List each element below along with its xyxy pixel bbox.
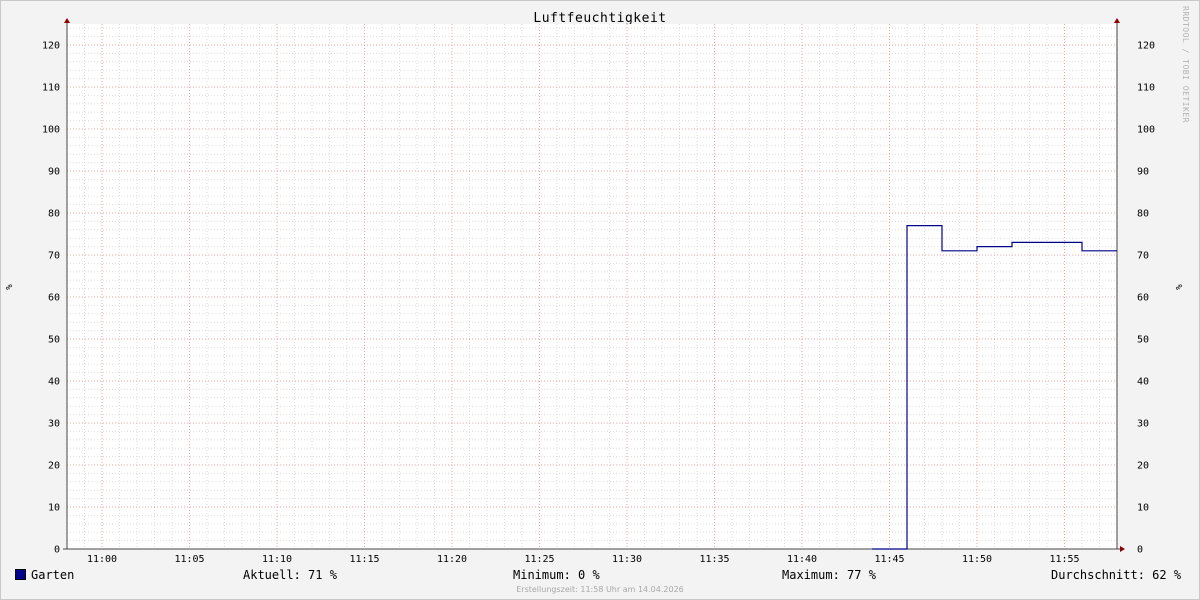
y-tick-label-left: 90 bbox=[48, 167, 60, 178]
y-tick-label-left: 30 bbox=[48, 419, 60, 430]
y-tick-label-right: 70 bbox=[1137, 251, 1149, 262]
y-axis-arrow-left bbox=[64, 18, 70, 23]
stat-durchschnitt: Durchschnitt: 62 % bbox=[1051, 568, 1182, 582]
creation-timestamp: Erstellungszeit: 11:58 Uhr am 14.04.2026 bbox=[516, 585, 684, 594]
y-tick-label-right: 60 bbox=[1137, 293, 1149, 304]
y-tick-label-left: 0 bbox=[54, 545, 60, 556]
y-tick-label-right: 30 bbox=[1137, 419, 1149, 430]
stat-maximum: Maximum: 77 % bbox=[782, 568, 876, 582]
y-axis-arrow-right bbox=[1114, 18, 1120, 23]
x-tick-label: 11:05 bbox=[174, 554, 204, 565]
y-tick-label-left: 70 bbox=[48, 251, 60, 262]
x-tick-label: 11:50 bbox=[962, 554, 992, 565]
y-tick-label-left: 60 bbox=[48, 293, 60, 304]
y-tick-label-left: 110 bbox=[42, 83, 60, 94]
x-tick-label: 11:40 bbox=[787, 554, 817, 565]
y-tick-label-right: 50 bbox=[1137, 335, 1149, 346]
legend-swatch bbox=[15, 569, 26, 580]
x-tick-label: 11:00 bbox=[87, 554, 117, 565]
y-tick-label-left: 40 bbox=[48, 377, 60, 388]
x-tick-label: 11:55 bbox=[1049, 554, 1079, 565]
y-tick-label-right: 20 bbox=[1137, 461, 1149, 472]
y-tick-label-left: 50 bbox=[48, 335, 60, 346]
y-tick-label-right: 110 bbox=[1137, 83, 1155, 94]
legend-series: Garten bbox=[15, 568, 74, 582]
y-tick-label-right: 10 bbox=[1137, 503, 1149, 514]
stat-minimum: Minimum: 0 % bbox=[513, 568, 600, 582]
x-tick-label: 11:35 bbox=[699, 554, 729, 565]
x-tick-label: 11:15 bbox=[349, 554, 379, 565]
stat-aktuell: Aktuell: 71 % bbox=[243, 568, 337, 582]
x-tick-label: 11:45 bbox=[874, 554, 904, 565]
y-tick-label-right: 40 bbox=[1137, 377, 1149, 388]
x-tick-label: 11:25 bbox=[524, 554, 554, 565]
y-tick-label-right: 90 bbox=[1137, 167, 1149, 178]
y-tick-label-right: 80 bbox=[1137, 209, 1149, 220]
y-tick-label-left: 20 bbox=[48, 461, 60, 472]
x-axis-arrow bbox=[1120, 546, 1125, 552]
chart-canvas: 0 0 10 10 20 20 30 30 40 40 50 50 60 60 70 70 80 80 90 90 10… bbox=[42, 18, 1155, 565]
y-tick-label-left: 120 bbox=[42, 41, 60, 52]
y-tick-label-right: 100 bbox=[1137, 125, 1155, 136]
y-tick-label-right: 0 bbox=[1137, 545, 1143, 556]
x-tick-label: 11:10 bbox=[262, 554, 292, 565]
y-tick-label-right: 120 bbox=[1137, 41, 1155, 52]
legend-series-name: Garten bbox=[31, 568, 75, 582]
y-tick-label-left: 10 bbox=[48, 503, 60, 514]
x-tick-label: 11:20 bbox=[437, 554, 467, 565]
x-tick-label: 11:30 bbox=[612, 554, 642, 565]
y-tick-label-left: 80 bbox=[48, 209, 60, 220]
y-tick-label-left: 100 bbox=[42, 125, 60, 136]
